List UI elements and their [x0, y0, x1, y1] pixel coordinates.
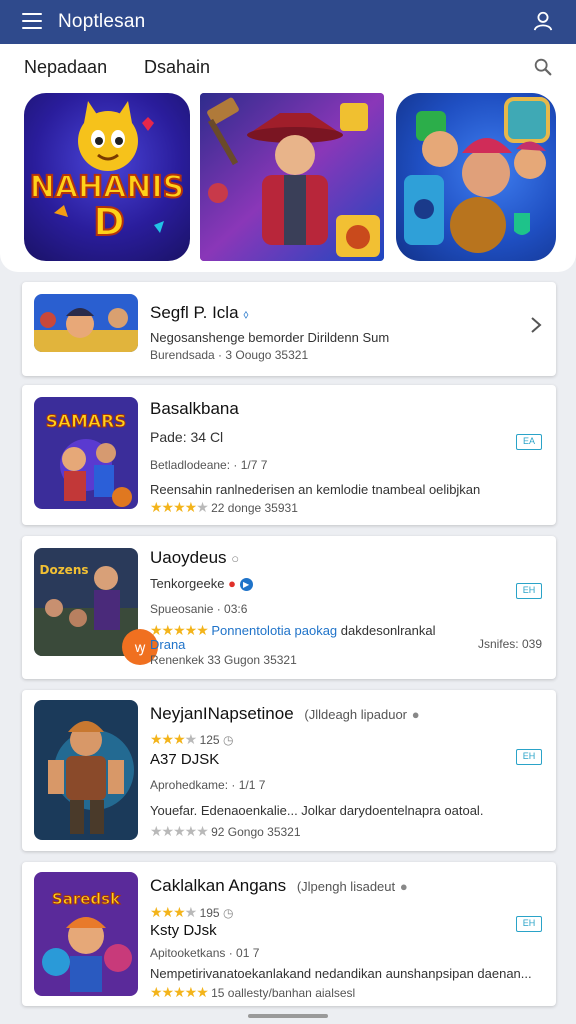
- size-label: Jsnifes: 039: [477, 637, 542, 651]
- tab-nepadaan[interactable]: Nepadaan: [24, 57, 107, 78]
- app-thumbnail: Saredsk: [34, 872, 138, 996]
- clock-icon: ○: [231, 551, 240, 566]
- app-description: Nempetirivanatoekanlakand nedandikan aun…: [150, 966, 532, 981]
- app-meta: Aprohedkame: · 1/1 7: [150, 778, 266, 792]
- app-card-2[interactable]: SAMARS Basalkbana Pade: 34 Cl Betladlode…: [22, 385, 556, 525]
- app-card-4[interactable]: NeyjanINapsetinoe (Jlldeagh lipaduor ● ★…: [22, 690, 556, 851]
- external-icon[interactable]: EH: [516, 583, 542, 599]
- featured-game-hero[interactable]: [200, 93, 384, 261]
- app-subtitle: A37 DJSK: [150, 751, 220, 768]
- app-bar: Noptlesan: [0, 0, 576, 44]
- rating-count-row: ★★★★★ 92 Gongo 35321: [150, 823, 301, 839]
- app-description: Reensahin ranlnederisen an kemlodie tnam…: [150, 482, 481, 497]
- rating-row: ★★★★ 125 ◷: [150, 731, 234, 747]
- verified-icon: ●: [399, 879, 408, 894]
- star-rating-icon: ★★★★★: [150, 823, 209, 839]
- rating-row: ★★★★ 195 ◷: [150, 904, 234, 920]
- hero-artwork: [200, 93, 384, 261]
- thumb-logo-text: Dozens: [39, 563, 88, 577]
- verified-icon: ●: [411, 707, 420, 722]
- app-card-5[interactable]: Saredsk Caklalkan Angans (Jlpengh lisade…: [22, 862, 556, 1006]
- app-info: Pade: 34 Cl: [150, 429, 224, 445]
- app-title: Uaoydeus ○: [150, 548, 240, 567]
- chevron-right-icon[interactable]: [530, 316, 542, 334]
- app-description: Negosanshenge bemorder Dirildenn Sum: [150, 330, 390, 345]
- info-icon: ◷: [222, 906, 234, 920]
- rating-count: Renenkek 33 Gugon 35321: [150, 653, 297, 667]
- rating-count: 22 donge 35931: [211, 501, 298, 515]
- featured-panel: Nepadaan Dsahain NAHANIS D: [0, 44, 576, 272]
- app-meta: Apitooketkans · 01 7: [150, 946, 260, 960]
- star-rating-icon: ★★★: [150, 904, 186, 920]
- app-thumbnail: [34, 700, 138, 840]
- search-icon[interactable]: [532, 56, 554, 78]
- app-description: ★★★★★ Ponnentolotia paokag dakdesonlrank…: [150, 622, 436, 638]
- app-card-1[interactable]: Segfl P. Icla ⬨ Negosanshenge bemorder D…: [22, 282, 556, 376]
- menu-icon[interactable]: [22, 13, 42, 29]
- app-subtitle: Ksty DJsk: [150, 922, 217, 939]
- clash-artwork: [404, 97, 550, 253]
- thumb-logo-text: SAMARS: [46, 412, 127, 432]
- star-rating-icon: ★★★: [150, 731, 186, 747]
- app-title: Noptlesan: [58, 11, 146, 32]
- info-icon: ◷: [222, 733, 234, 747]
- app-description: Youefar. Edenaoenkalie... Jolkar darydoe…: [150, 803, 484, 818]
- user-icon[interactable]: [532, 10, 554, 32]
- app-title: Caklalkan Angans (Jlpengh lisadeut ●: [150, 876, 408, 895]
- play-icon: ▶: [239, 578, 253, 592]
- thumb-logo-text: Saredsk: [52, 890, 121, 908]
- external-icon[interactable]: EH: [516, 916, 542, 932]
- app-thumbnail: SAMARS: [34, 397, 138, 509]
- rating-row: ★★★★★ 22 donge 35931: [150, 499, 298, 515]
- nahanis-artwork: NAHANIS D: [29, 101, 185, 245]
- star-rating-icon: ★★★★: [150, 499, 197, 515]
- star-rating-icon: ★★★★★: [150, 984, 209, 1000]
- tab-dsahain[interactable]: Dsahain: [144, 57, 210, 78]
- external-icon[interactable]: EA: [516, 434, 542, 450]
- logo-letter: D: [93, 200, 125, 244]
- app-title: Basalkbana: [150, 399, 239, 418]
- app-thumbnail: [34, 294, 138, 352]
- flame-icon: ●: [228, 576, 236, 591]
- home-indicator[interactable]: [248, 1014, 328, 1018]
- rating-count-row: ★★★★★ 15 oallesty/banhan aialsesl: [150, 984, 356, 1000]
- verified-icon: ⬨: [243, 307, 249, 321]
- featured-game-clash[interactable]: [396, 93, 556, 261]
- featured-game-nahanis[interactable]: NAHANIS D: [24, 93, 190, 261]
- star-rating-icon: ★★★★★: [150, 622, 209, 638]
- external-icon[interactable]: EH: [516, 749, 542, 765]
- app-meta: Betladlodeane: · 1/7 7: [150, 458, 268, 472]
- app-meta: Burendsada · 3 Oougo 35321: [150, 348, 309, 362]
- app-title: Segfl P. Icla ⬨: [150, 303, 249, 322]
- app-meta: Spueosanie · 03:6: [150, 602, 248, 616]
- developer-link[interactable]: Drana: [150, 637, 185, 652]
- app-title: NeyjanINapsetinoe (Jlldeagh lipaduor ●: [150, 704, 420, 723]
- app-info: Tenkorgeeke ● ▶: [150, 576, 253, 592]
- app-card-3[interactable]: Dozens ꝡ Uaoydeus ○ Tenkorgeeke ● ▶ Spue…: [22, 536, 556, 679]
